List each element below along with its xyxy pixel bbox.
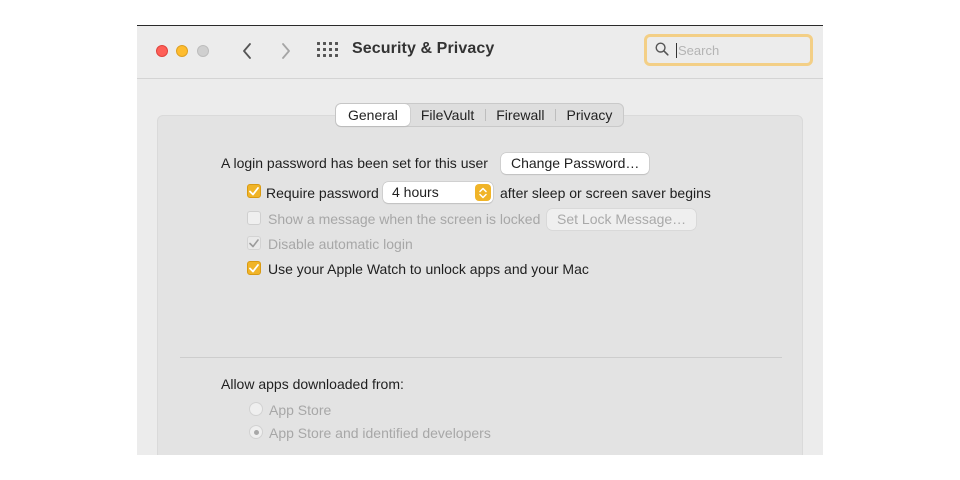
text-caret xyxy=(676,43,677,58)
change-password-button[interactable]: Change Password… xyxy=(501,153,650,174)
radio-app-store[interactable] xyxy=(249,402,263,416)
allow-apps-heading: Allow apps downloaded from: xyxy=(221,376,404,392)
tab-firewall[interactable]: Firewall xyxy=(485,104,555,126)
tab-bar: General FileVault Firewall Privacy xyxy=(335,103,625,127)
zoom-window-button[interactable] xyxy=(197,45,209,57)
show-all-button[interactable] xyxy=(317,42,338,60)
disable-auto-login-checkbox[interactable] xyxy=(247,236,261,250)
radio-app-store-label: App Store xyxy=(269,402,332,418)
close-window-button[interactable] xyxy=(156,45,168,57)
checkmark-icon xyxy=(249,263,259,272)
radio-identified-developers[interactable] xyxy=(249,425,263,439)
checkmark-icon xyxy=(249,186,259,195)
disable-auto-login-label: Disable automatic login xyxy=(268,236,413,252)
require-password-label: Require password xyxy=(266,185,379,201)
set-lock-message-button[interactable]: Set Lock Message… xyxy=(547,209,697,230)
require-password-select[interactable]: 4 hours xyxy=(383,182,493,203)
section-divider xyxy=(180,357,782,358)
search-field[interactable] xyxy=(644,34,813,66)
require-password-checkbox[interactable] xyxy=(247,184,261,198)
minimize-window-button[interactable] xyxy=(176,45,188,57)
tab-privacy[interactable]: Privacy xyxy=(555,104,623,126)
require-password-value: 4 hours xyxy=(392,184,439,200)
window-title: Security & Privacy xyxy=(352,40,495,57)
checkmark-icon xyxy=(249,238,259,247)
tab-filevault[interactable]: FileVault xyxy=(410,104,485,126)
search-input[interactable] xyxy=(678,40,804,60)
show-message-checkbox[interactable] xyxy=(247,211,261,225)
forward-chevron-icon xyxy=(282,43,290,59)
stepper-icon xyxy=(475,184,491,201)
search-icon xyxy=(655,42,669,56)
title-bar: Security & Privacy xyxy=(137,26,823,79)
tab-general[interactable]: General xyxy=(336,104,410,126)
apple-watch-checkbox[interactable] xyxy=(247,261,261,275)
login-password-text: A login password has been set for this u… xyxy=(221,155,488,171)
apple-watch-label: Use your Apple Watch to unlock apps and … xyxy=(268,261,589,277)
back-chevron-icon xyxy=(243,43,251,59)
require-password-suffix: after sleep or screen saver begins xyxy=(500,185,711,201)
security-privacy-window: Security & Privacy General FileVault Fir… xyxy=(137,25,823,455)
forward-button[interactable] xyxy=(276,40,296,62)
show-message-label: Show a message when the screen is locked xyxy=(268,211,541,227)
radio-identified-developers-label: App Store and identified developers xyxy=(269,425,491,441)
back-button[interactable] xyxy=(237,40,257,62)
